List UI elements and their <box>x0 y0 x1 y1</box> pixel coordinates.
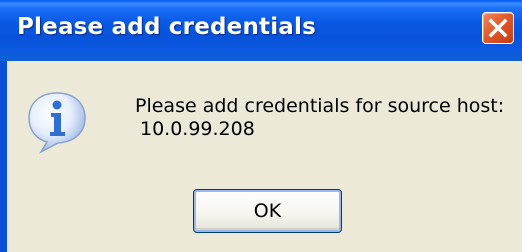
dialog-title: Please add credentials <box>17 14 316 40</box>
dialog-body: Please add credentials for source host: … <box>7 61 522 252</box>
close-button[interactable] <box>482 12 514 44</box>
close-icon <box>488 18 508 38</box>
ok-button[interactable]: OK <box>193 189 342 233</box>
dialog-message: Please add credentials for source host: … <box>135 95 515 141</box>
message-text: Please add credentials for source host: <box>135 95 505 117</box>
host-address: 10.0.99.208 <box>140 118 255 140</box>
dialog-window: Please add credentials Please add creden… <box>0 0 522 252</box>
info-icon <box>25 89 89 155</box>
title-bar[interactable]: Please add credentials <box>0 0 522 61</box>
